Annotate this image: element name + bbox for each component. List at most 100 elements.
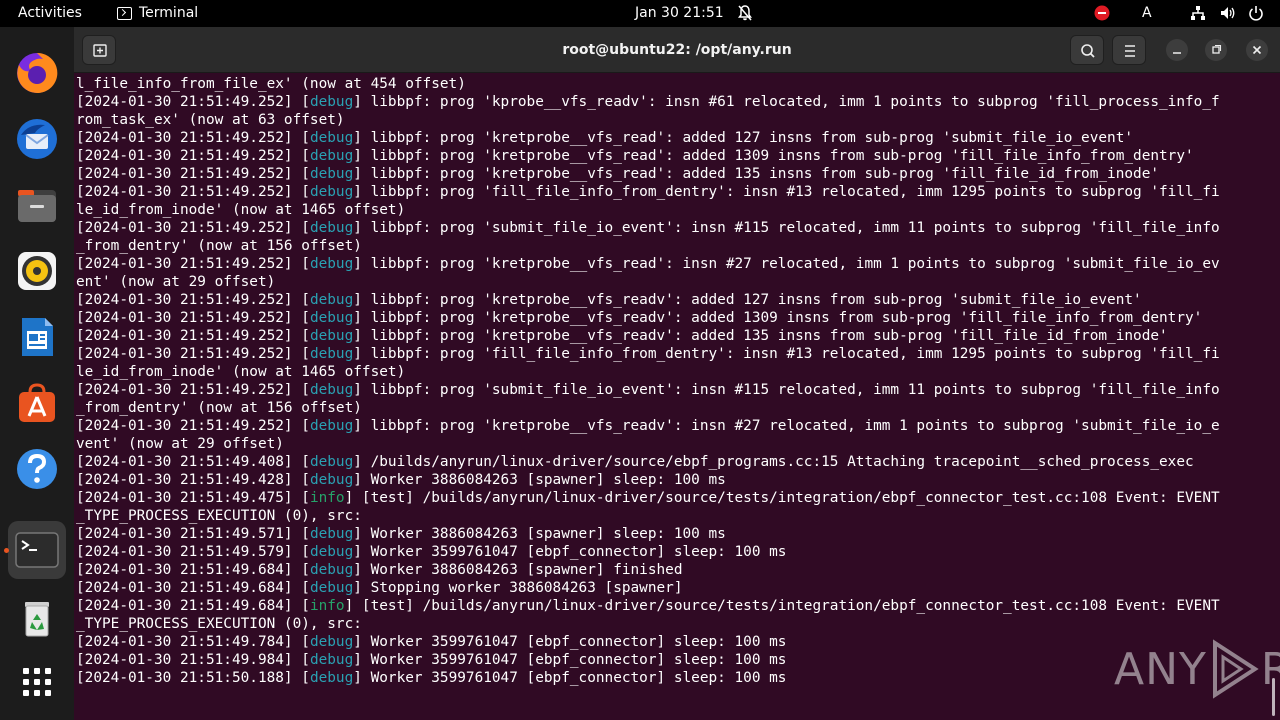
line-timestamp: [2024-01-30 21:51:49.252] [76,382,302,398]
terminal-line: [2024-01-30 21:51:49.252] [debug] libbpf… [76,292,1142,308]
search-button[interactable] [1070,35,1104,65]
log-level: debug [309,256,354,272]
header-bar: root@ubuntu22: /opt/any.run [74,27,1280,73]
line-text: l_file_info_from_file_ex' (now at 454 of… [76,76,466,92]
line-timestamp: [2024-01-30 21:51:49.252] [76,148,302,164]
terminal-line: [2024-01-30 21:51:49.684] [debug] Stoppi… [76,580,683,596]
line-timestamp: [2024-01-30 21:51:49.252] [76,184,302,200]
restore-icon [1212,44,1222,54]
log-message: libbpf: prog 'kprobe__vfs_readv': insn #… [361,94,1220,110]
terminal-line: [2024-01-30 21:51:49.252] [debug] libbpf… [76,94,1220,110]
help-icon [17,449,57,489]
terminal-line: [2024-01-30 21:51:49.252] [debug] libbpf… [76,418,1220,434]
dock-files[interactable] [8,176,66,234]
terminal-line: [2024-01-30 21:51:49.252] [debug] libbpf… [76,220,1220,236]
firefox-icon [17,52,58,93]
activities-button[interactable]: Activities [18,5,82,21]
line-text: _TYPE_PROCESS_EXECUTION (0), src: [76,616,362,632]
log-message: Worker 3599761047 [ebpf_connector] sleep… [361,544,787,560]
app-menu[interactable]: Terminal [117,5,198,21]
line-timestamp: [2024-01-30 21:51:49.571] [76,526,302,542]
power-icon[interactable] [1248,5,1264,21]
line-timestamp: [2024-01-30 21:51:49.684] [76,598,302,614]
close-button[interactable] [1246,39,1268,61]
line-timestamp: [2024-01-30 21:51:49.684] [76,580,302,596]
log-level: debug [309,544,354,560]
terminal-running-indicator [4,548,9,553]
dock-terminal[interactable] [8,521,66,579]
dock-firefox[interactable] [8,44,66,102]
network-icon[interactable] [1190,5,1206,21]
log-level: debug [309,526,354,542]
line-text: _from_dentry' (now at 156 offset) [76,238,362,254]
minimize-button[interactable] [1166,39,1188,61]
terminal-line: [2024-01-30 21:51:49.684] [debug] Worker… [76,562,683,578]
log-level: debug [309,130,354,146]
menu-button[interactable] [1112,35,1146,65]
dock-writer[interactable] [8,308,66,366]
terminal-window: root@ubuntu22: /opt/any.run l_file_info_… [74,27,1280,720]
dock-thunderbird[interactable] [8,110,66,168]
terminal-line: [2024-01-30 21:51:49.252] [debug] libbpf… [76,310,1203,326]
line-timestamp: [2024-01-30 21:51:49.252] [76,292,302,308]
dock-help[interactable] [8,440,66,498]
bell-icon[interactable] [737,4,753,22]
line-timestamp: [2024-01-30 21:51:50.188] [76,670,302,686]
log-message: libbpf: prog 'fill_file_info_from_dentry… [361,346,1220,362]
line-timestamp: [2024-01-30 21:51:49.252] [76,220,302,236]
log-message: libbpf: prog 'kretprobe__vfs_readv': add… [361,310,1203,326]
status-red-icon[interactable] [1094,5,1110,21]
log-level: debug [309,292,354,308]
line-timestamp: [2024-01-30 21:51:49.252] [76,328,302,344]
log-level: debug [309,166,354,182]
top-bar: Activities Terminal Jan 30 21:51 A [0,0,1280,27]
line-text: _TYPE_PROCESS_EXECUTION (0), src: [76,508,362,524]
log-level: debug [309,184,354,200]
terminal-line: [2024-01-30 21:51:49.684] [info] [test] … [76,598,1220,614]
terminal-output[interactable]: l_file_info_from_file_ex' (now at 454 of… [76,75,1266,720]
volume-icon[interactable] [1220,5,1236,21]
maximize-button[interactable] [1205,39,1227,61]
line-timestamp: [2024-01-30 21:51:49.252] [76,418,302,434]
input-method-indicator[interactable]: A [1142,5,1152,21]
log-message: libbpf: prog 'kretprobe__vfs_read': insn… [361,256,1220,272]
log-level: debug [309,310,354,326]
log-message: [test] /builds/anyrun/linux-driver/sourc… [353,598,1220,614]
line-timestamp: [2024-01-30 21:51:49.252] [76,310,302,326]
dock-trash[interactable] [8,589,66,647]
log-message: [test] /builds/anyrun/linux-driver/sourc… [353,490,1220,506]
line-timestamp: [2024-01-30 21:51:49.784] [76,634,302,650]
line-text: vent' (now at 29 offset) [76,436,284,452]
terminal-line: [2024-01-30 21:51:49.475] [info] [test] … [76,490,1220,506]
dock-rhythmbox[interactable] [8,242,66,300]
line-timestamp: [2024-01-30 21:51:49.984] [76,652,302,668]
log-message: libbpf: prog 'kretprobe__vfs_readv': ins… [361,418,1220,434]
line-timestamp: [2024-01-30 21:51:49.252] [76,130,302,146]
line-timestamp: [2024-01-30 21:51:49.252] [76,166,302,182]
minimize-icon [1173,52,1181,54]
log-message: Worker 3886084263 [spawner] sleep: 100 m… [361,526,726,542]
dock-show-apps[interactable] [8,653,66,711]
software-center-icon [19,383,55,422]
watermark-right-text: RUN [1260,643,1280,695]
terminal-line: [2024-01-30 21:51:49.252] [debug] libbpf… [76,184,1220,200]
log-level: debug [309,580,354,596]
terminal-small-icon [117,6,132,20]
line-timestamp: [2024-01-30 21:51:49.579] [76,544,302,560]
line-timestamp: [2024-01-30 21:51:49.428] [76,472,302,488]
log-message: Worker 3599761047 [ebpf_connector] sleep… [361,670,787,686]
dock-software[interactable] [8,374,66,432]
log-message: libbpf: prog 'kretprobe__vfs_readv': add… [361,292,1142,308]
files-icon [18,190,56,222]
log-level: info [309,490,345,506]
clock[interactable]: Jan 30 21:51 [635,5,724,21]
log-message: Worker 3886084263 [spawner] sleep: 100 m… [361,472,726,488]
log-message: Worker 3599761047 [ebpf_connector] sleep… [361,634,787,650]
terminal-line: [2024-01-30 21:51:49.252] [debug] libbpf… [76,166,1160,182]
terminal-line: _from_dentry' (now at 156 offset) [76,237,1266,255]
terminal-line: le_id_from_inode' (now at 1465 offset) [76,201,1266,219]
trash-icon [25,602,49,637]
log-message: libbpf: prog 'kretprobe__vfs_read': adde… [361,148,1194,164]
log-level: debug [309,220,354,236]
log-level: info [309,598,345,614]
